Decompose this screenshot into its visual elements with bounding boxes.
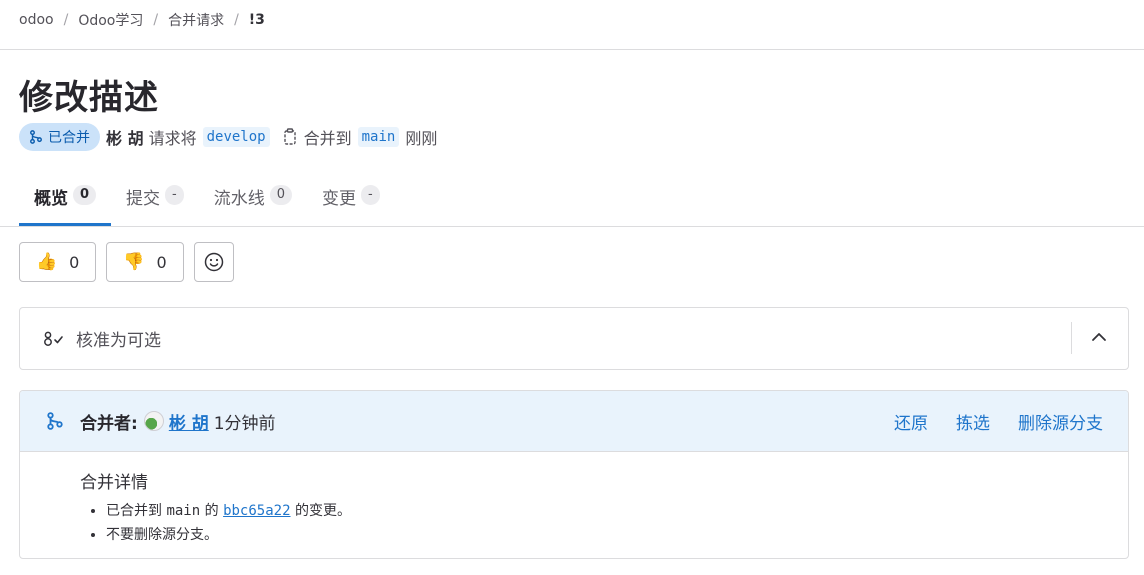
list-item: 已合并到 main 的 bbc65a22 的变更。 xyxy=(106,499,1128,523)
thumbs-down-count: 0 xyxy=(156,252,167,272)
delete-source-branch-button[interactable]: 删除源分支 xyxy=(1018,409,1103,434)
cherry-pick-button[interactable]: 拣选 xyxy=(956,409,990,434)
status-badge: 已合并 xyxy=(19,122,100,151)
chevron-up-icon[interactable] xyxy=(1090,328,1108,346)
source-branch[interactable]: develop xyxy=(202,126,270,147)
breadcrumb-separator: / xyxy=(63,12,69,28)
breadcrumb-separator: / xyxy=(234,12,239,28)
merge-details-title: 合并详情 xyxy=(80,473,148,493)
merged-by-user[interactable]: 彬 胡 xyxy=(169,409,209,434)
smiley-icon xyxy=(204,252,223,272)
tab-overview[interactable]: 概览 0 xyxy=(19,172,112,226)
merge-to-text: 合并到 xyxy=(303,128,352,148)
merge-detail-text: 已合并到 xyxy=(106,503,162,519)
merge-detail-text: 的变更。 xyxy=(294,503,351,519)
tab-changes[interactable]: 变更 - xyxy=(307,172,395,226)
copy-icon[interactable] xyxy=(282,127,298,146)
breadcrumb-item-project[interactable]: Odoo学习 xyxy=(78,10,143,30)
merge-detail-text: 的 xyxy=(204,503,219,519)
thumbs-down-icon: 👎 xyxy=(123,252,145,272)
thumbs-up-count: 0 xyxy=(69,252,80,272)
tabs-divider xyxy=(0,226,1144,227)
merged-actions: 还原 拣选 删除源分支 xyxy=(866,391,1103,451)
breadcrumb-item-merge-requests[interactable]: 合并请求 xyxy=(168,10,224,30)
merge-details-list: 已合并到 main 的 bbc65a22 的变更。 不要删除源分支。 xyxy=(80,499,1128,547)
merge-icon xyxy=(46,412,64,430)
thumbs-up-button[interactable]: 👍 0 xyxy=(19,242,97,282)
tab-count: 0 xyxy=(269,185,293,205)
merge-details: 合并详情 已合并到 main 的 bbc65a22 的变更。 不要删除源分支。 xyxy=(20,452,1128,547)
tab-count: - xyxy=(165,185,184,205)
merged-time: 1分钟前 xyxy=(213,413,276,434)
tab-count: - xyxy=(361,185,380,205)
request-text: 请求将 xyxy=(148,128,197,148)
merge-detail-text: 不要删除源分支。 xyxy=(106,527,218,543)
mr-tabs: 概览 0 提交 - 流水线 0 变更 - xyxy=(19,172,395,226)
author-name[interactable]: 彬 胡 xyxy=(106,125,144,149)
breadcrumb: odoo / Odoo学习 / 合并请求 / !3 xyxy=(19,9,265,31)
breadcrumb-item-current[interactable]: !3 xyxy=(249,12,265,28)
tab-pipelines[interactable]: 流水线 0 xyxy=(199,172,307,226)
tab-label: 流水线 xyxy=(213,189,265,209)
merged-header: 合并者: 彬 胡 1分钟前 还原 拣选 删除源分支 xyxy=(20,391,1128,452)
approval-icon xyxy=(42,330,64,348)
thumbs-up-icon: 👍 xyxy=(36,252,58,272)
mr-meta-line: 已合并 彬 胡 请求将 develop 合并到 main 刚刚 xyxy=(19,122,437,151)
tab-label: 变更 xyxy=(322,189,357,209)
merge-icon xyxy=(30,129,42,144)
commit-link[interactable]: bbc65a22 xyxy=(223,503,290,519)
tab-label: 概览 xyxy=(34,189,68,209)
breadcrumb-separator: / xyxy=(153,12,159,28)
list-item: 不要删除源分支。 xyxy=(106,523,1128,547)
award-emoji-bar: 👍 0 👎 0 xyxy=(19,242,244,282)
tab-count: 0 xyxy=(73,185,97,205)
approval-divider xyxy=(1071,322,1072,354)
tab-label: 提交 xyxy=(126,189,161,209)
status-badge-label: 已合并 xyxy=(48,129,90,146)
page-title: 修改描述 xyxy=(19,78,159,118)
target-branch[interactable]: main xyxy=(357,126,400,147)
revert-button[interactable]: 还原 xyxy=(894,409,928,434)
breadcrumb-item-group[interactable]: odoo xyxy=(19,12,54,28)
avatar[interactable] xyxy=(143,411,164,431)
tab-commits[interactable]: 提交 - xyxy=(111,172,199,226)
add-reaction-button[interactable] xyxy=(193,242,234,282)
header-divider xyxy=(0,49,1144,50)
approval-panel: 核准为可选 xyxy=(19,307,1129,370)
mr-time: 刚刚 xyxy=(405,128,438,148)
merged-widget: 合并者: 彬 胡 1分钟前 还原 拣选 删除源分支 合并详情 已合并到 main… xyxy=(19,390,1129,559)
target-branch-name: main xyxy=(166,503,201,519)
thumbs-down-button[interactable]: 👎 0 xyxy=(106,242,184,282)
merged-by-label: 合并者: xyxy=(80,413,138,434)
approval-label: 核准为可选 xyxy=(76,331,161,351)
